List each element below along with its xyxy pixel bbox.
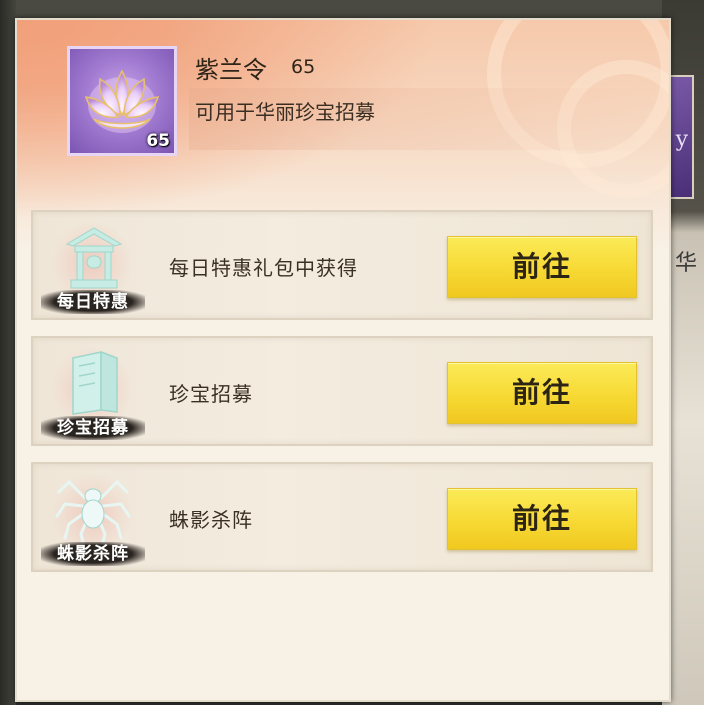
source-description: 每日特惠礼包中获得 [169,256,358,280]
source-icon: 每日特惠 [41,218,145,314]
source-tag: 蛛影杀阵 [41,542,145,566]
source-icon: 珍宝招募 [41,344,145,440]
background-left-edge [0,0,16,705]
item-description: 可用于华丽珍宝招募 [195,100,375,124]
go-button[interactable]: 前往 [447,488,637,550]
go-button[interactable]: 前往 [447,362,637,424]
source-row-daily-deal: 每日特惠 每日特惠礼包中获得 前往 [31,210,653,320]
item-icon: 65 [67,46,177,156]
go-button[interactable]: 前往 [447,236,637,298]
item-source-dialog: 65 紫兰令 65 可用于华丽珍宝招募 每日特惠 每日特惠礼包中获得 前往 珍宝… [15,18,671,702]
source-row-spider-formation: 蛛影杀阵 蛛影杀阵 前往 [31,462,653,572]
background-card-glyph: y [675,127,688,152]
item-count-badge: 65 [146,131,170,151]
background-side-text: 华 [675,251,698,276]
spider-icon [55,479,131,544]
item-name: 紫兰令 [195,56,267,84]
source-description: 蛛影杀阵 [169,508,253,532]
item-level: 65 [291,56,316,78]
source-row-treasure-recruit: 珍宝招募 珍宝招募 前往 [31,336,653,446]
scroll-book-icon [72,350,118,415]
pavilion-icon [65,227,123,289]
source-icon: 蛛影杀阵 [41,470,145,566]
source-tag: 珍宝招募 [41,416,145,440]
source-tag: 每日特惠 [41,290,145,314]
source-description: 珍宝招募 [169,382,253,406]
